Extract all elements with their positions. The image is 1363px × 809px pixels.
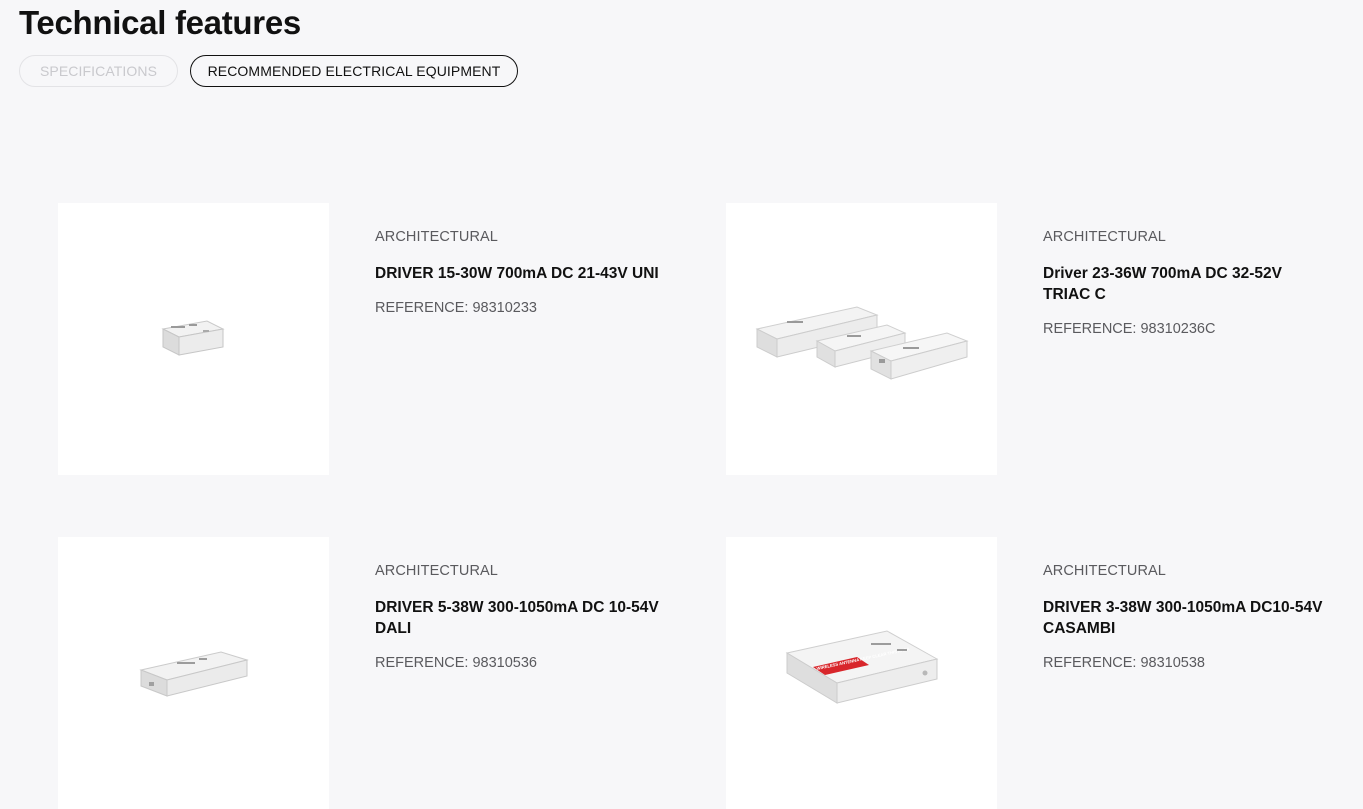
driver-dali-image [138, 651, 249, 697]
product-reference: REFERENCE: 98310236C [1043, 321, 1216, 337]
product-card: ARCHITECTURAL DRIVER 15-30W 700mA DC 21-… [58, 203, 678, 475]
product-name[interactable]: Driver 23-36W 700mA DC 32-52V TRIAC C [1043, 263, 1333, 305]
product-reference: REFERENCE: 98310233 [375, 300, 537, 316]
tab-bar: SPECIFICATIONS RECOMMENDED ELECTRICAL EQ… [19, 55, 518, 87]
product-image[interactable]: WIRELESS ANTENNA KEEP CLEAR THIS AREA [726, 537, 997, 809]
page-title: Technical features [19, 4, 301, 41]
product-info: ARCHITECTURAL DRIVER 3-38W 300-1050mA DC… [1043, 563, 1333, 671]
product-image[interactable] [726, 203, 997, 475]
product-name[interactable]: DRIVER 5-38W 300-1050mA DC 10-54V DALI [375, 597, 665, 639]
product-category: ARCHITECTURAL [1043, 229, 1166, 245]
tab-recommended-electrical-equipment[interactable]: RECOMMENDED ELECTRICAL EQUIPMENT [190, 55, 518, 87]
product-card: WIRELESS ANTENNA KEEP CLEAR THIS AREA AR… [726, 537, 1346, 809]
product-image[interactable] [58, 537, 329, 809]
driver-casambi-image: WIRELESS ANTENNA KEEP CLEAR THIS AREA [785, 630, 938, 704]
driver-trio-image [755, 306, 969, 380]
product-reference: REFERENCE: 98310536 [375, 655, 537, 671]
product-info: ARCHITECTURAL DRIVER 5-38W 300-1050mA DC… [375, 563, 665, 671]
tab-specifications[interactable]: SPECIFICATIONS [19, 55, 178, 87]
product-card: ARCHITECTURAL DRIVER 5-38W 300-1050mA DC… [58, 537, 678, 809]
product-info: ARCHITECTURAL DRIVER 15-30W 700mA DC 21-… [375, 229, 665, 316]
product-card: ARCHITECTURAL Driver 23-36W 700mA DC 32-… [726, 203, 1346, 475]
product-name[interactable]: DRIVER 3-38W 300-1050mA DC10-54V CASAMBI [1043, 597, 1333, 639]
product-name[interactable]: DRIVER 15-30W 700mA DC 21-43V UNI [375, 263, 665, 284]
product-category: ARCHITECTURAL [1043, 563, 1166, 579]
product-info: ARCHITECTURAL Driver 23-36W 700mA DC 32-… [1043, 229, 1333, 337]
product-category: ARCHITECTURAL [375, 563, 498, 579]
product-reference: REFERENCE: 98310538 [1043, 655, 1205, 671]
product-image[interactable] [58, 203, 329, 475]
product-category: ARCHITECTURAL [375, 229, 498, 245]
driver-small-image [160, 320, 225, 356]
